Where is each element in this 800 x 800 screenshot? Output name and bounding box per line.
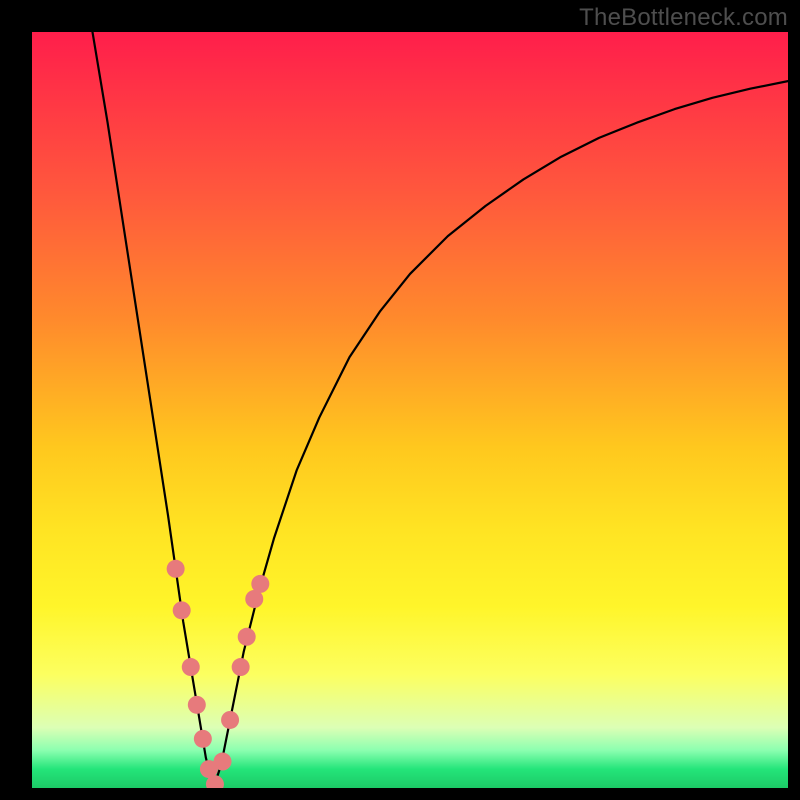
chart-svg bbox=[32, 32, 788, 788]
watermark-text: TheBottleneck.com bbox=[579, 4, 788, 32]
data-marker bbox=[194, 730, 212, 748]
chart-frame: TheBottleneck.com bbox=[0, 0, 800, 800]
bottleneck-curve bbox=[92, 32, 788, 788]
data-marker bbox=[167, 560, 185, 578]
data-marker bbox=[232, 658, 250, 676]
data-marker bbox=[173, 601, 191, 619]
data-marker bbox=[238, 628, 256, 646]
data-marker bbox=[182, 658, 200, 676]
data-marker bbox=[214, 753, 232, 771]
data-marker bbox=[188, 696, 206, 714]
data-marker bbox=[251, 575, 269, 593]
plot-area bbox=[32, 32, 788, 788]
data-marker bbox=[221, 711, 239, 729]
